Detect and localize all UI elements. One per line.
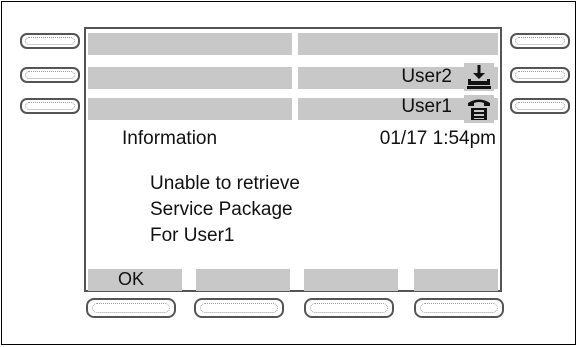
right-line-key-2[interactable] — [510, 67, 570, 83]
line-label-user1: User1 — [401, 96, 452, 117]
status-title: Information — [122, 128, 218, 149]
line-bar-2-left — [88, 67, 292, 89]
softkey-label-2 — [196, 269, 290, 291]
line-bar-1-right — [298, 33, 498, 55]
softkey-label-4 — [414, 269, 498, 291]
right-line-key-3[interactable] — [510, 98, 570, 114]
soft-button-2[interactable] — [194, 298, 284, 318]
status-row: Information 01/17 1:54pm — [86, 126, 500, 156]
message-line-3: For User1 — [150, 225, 235, 246]
softkey-label-3 — [304, 269, 398, 291]
message-line-1: Unable to retrieve — [150, 173, 300, 194]
message-line-2: Service Package — [150, 199, 293, 220]
softkey-label-ok: OK — [88, 269, 182, 291]
phone-screen: User2 User1 Information 01/17 1:54pm Una… — [84, 27, 502, 292]
phone-display-panel: User2 User1 Information 01/17 1:54pm Una… — [1, 1, 576, 345]
line-label-user2: User2 — [401, 66, 452, 87]
left-line-key-2[interactable] — [20, 67, 80, 83]
left-line-key-3[interactable] — [20, 98, 80, 114]
status-datetime: 01/17 1:54pm — [379, 128, 496, 149]
left-line-key-1[interactable] — [20, 33, 80, 49]
line-bar-3-left — [88, 98, 292, 120]
soft-button-4[interactable] — [414, 298, 504, 318]
soft-button-3[interactable] — [304, 298, 394, 318]
message-text: Unable to retrieve Service Package For U… — [150, 171, 300, 249]
line-bar-1-left — [88, 33, 292, 55]
phone-icon — [464, 95, 494, 123]
handset-down-arrow-icon — [464, 63, 494, 91]
soft-button-ok[interactable] — [86, 298, 176, 318]
right-line-key-1[interactable] — [510, 33, 570, 49]
